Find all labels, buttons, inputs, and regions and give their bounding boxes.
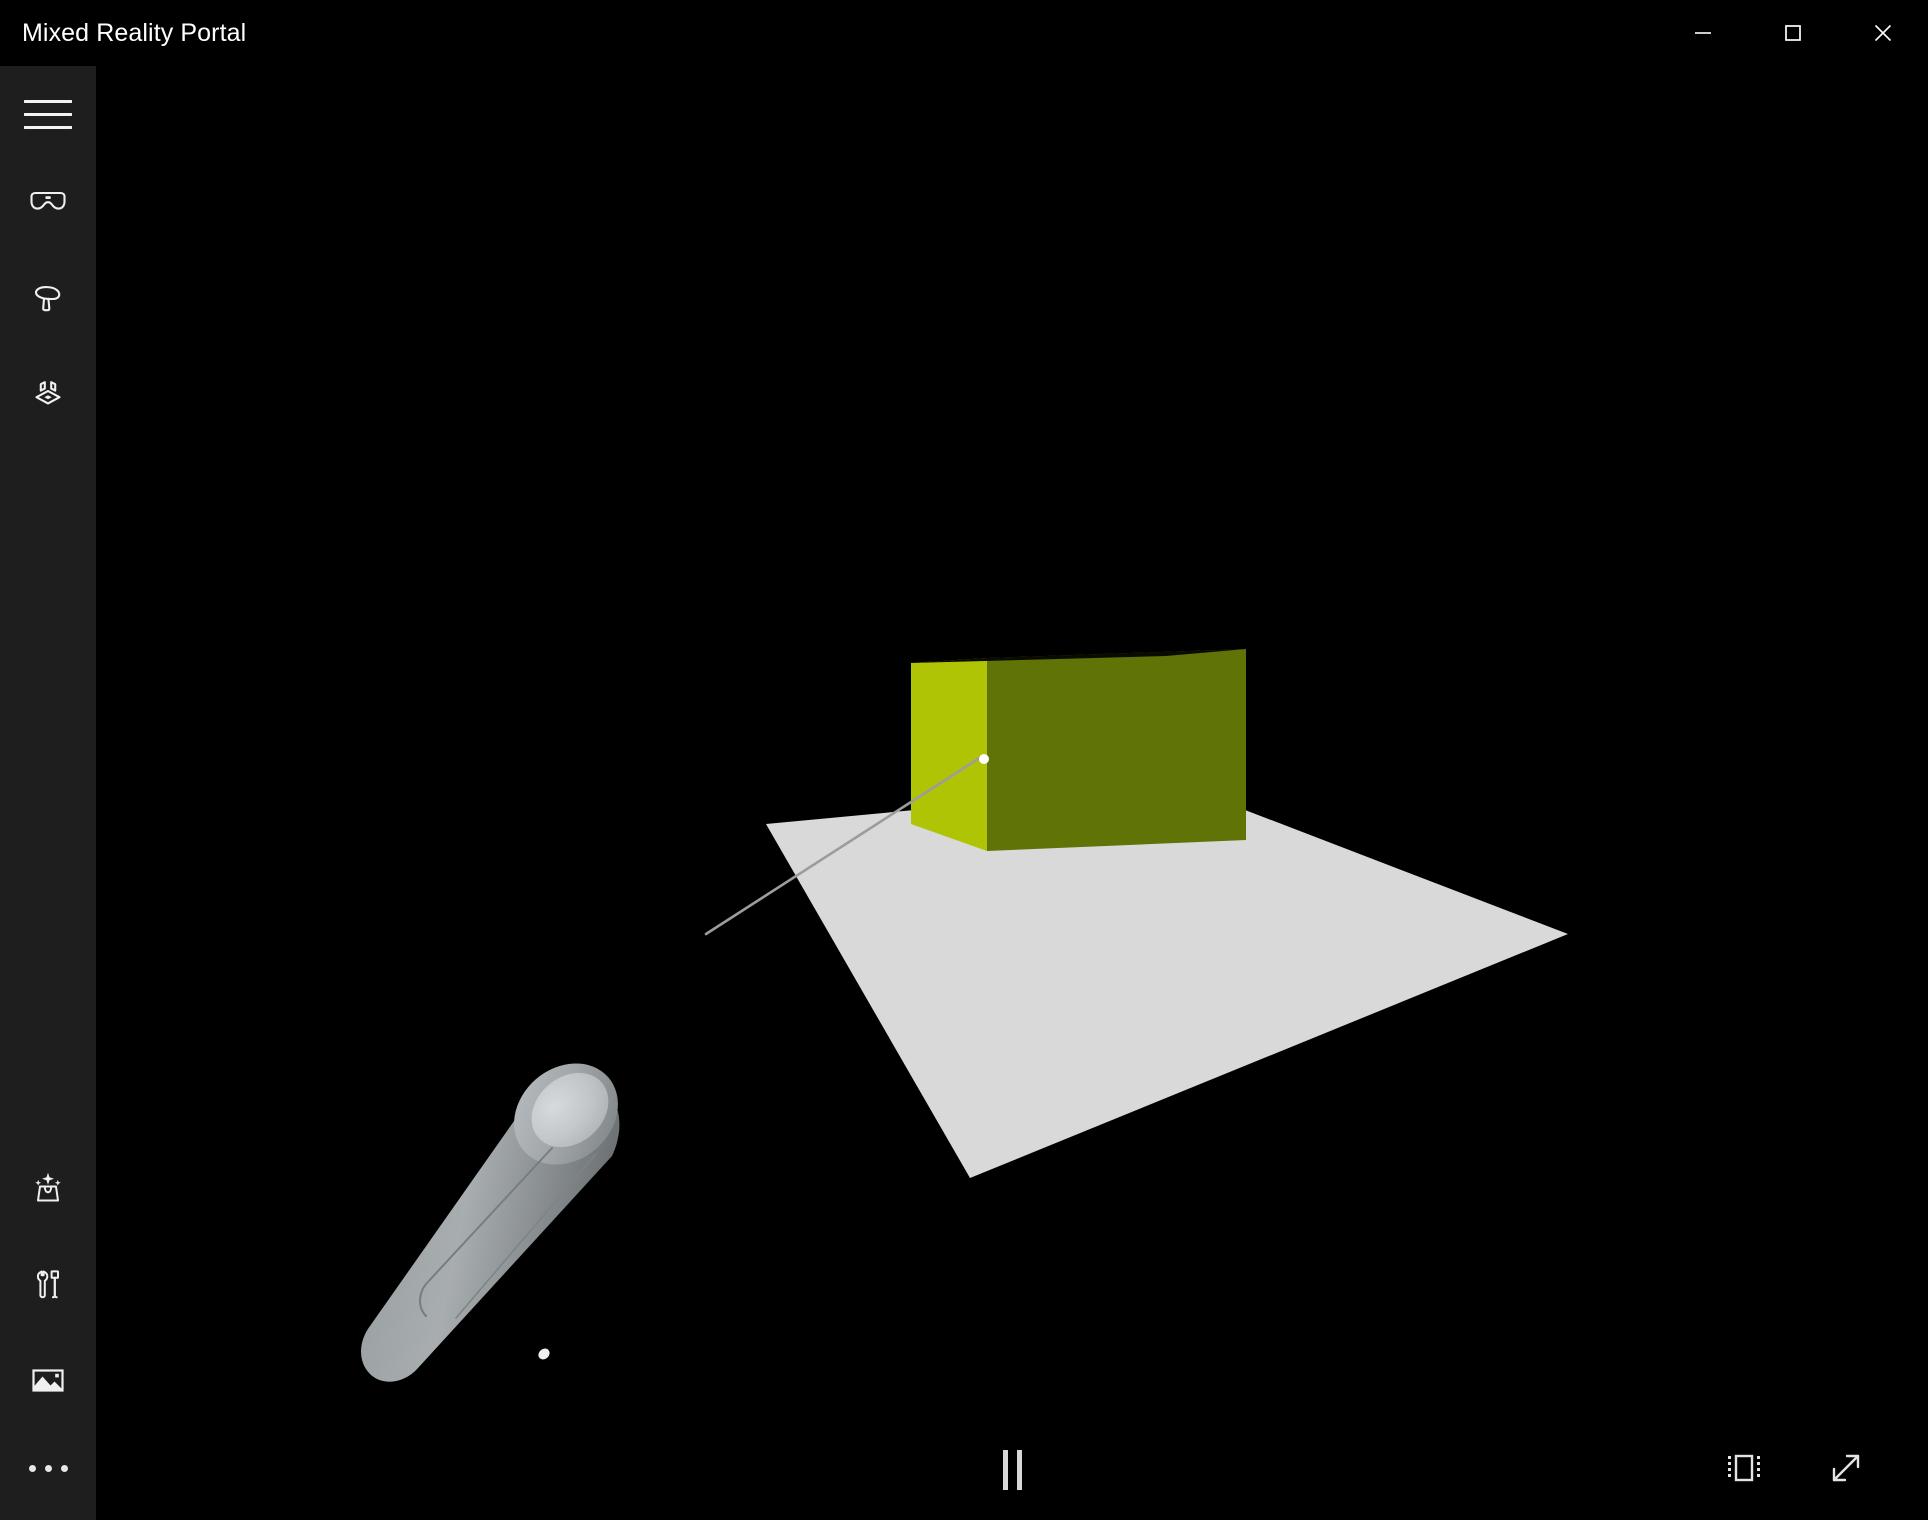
window-controls — [1658, 0, 1928, 66]
pause-button[interactable] — [980, 1438, 1044, 1502]
hamburger-menu-icon-bar — [24, 112, 72, 116]
title-bar[interactable]: Mixed Reality Portal — [0, 0, 1928, 66]
scene-render — [96, 58, 1928, 1520]
cube-left-face — [911, 658, 987, 851]
fit-to-window-icon — [1728, 1454, 1760, 1482]
sidebar-item-more[interactable] — [0, 1428, 96, 1508]
sidebar-top-group — [0, 74, 96, 442]
pause-icon-bar — [1002, 1450, 1008, 1490]
sidebar-item-menu[interactable] — [0, 74, 96, 154]
ellipsis-icon-dot — [28, 1464, 36, 1472]
sidebar-item-photos[interactable] — [0, 1332, 96, 1428]
store-bag-sparkle-icon — [35, 1172, 61, 1202]
window-title: Mixed Reality Portal — [22, 18, 247, 47]
view-buttons-group — [1714, 1438, 1876, 1498]
sidebar-navigation — [0, 58, 96, 1520]
ellipsis-icon-dot — [44, 1464, 52, 1472]
close-button[interactable] — [1838, 0, 1928, 66]
picture-icon — [32, 1369, 64, 1392]
room-boundary-icon — [35, 381, 61, 405]
cursor-dot — [979, 754, 989, 764]
sidebar-item-store[interactable] — [0, 1140, 96, 1236]
sidebar-item-motion-controllers[interactable] — [0, 250, 96, 346]
sidebar-item-headset-display[interactable] — [0, 154, 96, 250]
mixed-reality-viewport[interactable] — [96, 58, 1928, 1520]
hamburger-menu-icon-bar — [24, 99, 72, 103]
minimize-button[interactable] — [1658, 0, 1748, 66]
mixed-reality-portal-window: Mixed Reality Portal — [0, 0, 1928, 1520]
wrench-screwdriver-icon — [36, 1270, 60, 1299]
motion-controller-icon — [34, 286, 61, 312]
minimize-icon — [1695, 32, 1711, 34]
pause-icon-bar — [1016, 1450, 1022, 1490]
maximize-button[interactable] — [1748, 0, 1838, 66]
maximize-icon — [1785, 25, 1801, 41]
vr-headset-icon — [30, 191, 66, 210]
sidebar-item-tools[interactable] — [0, 1236, 96, 1332]
fullscreen-expand-icon — [1832, 1454, 1860, 1482]
fit-to-window-button[interactable] — [1714, 1438, 1774, 1498]
ellipsis-icon-dot — [60, 1464, 68, 1472]
hamburger-menu-icon-bar — [24, 125, 72, 129]
cube-right-face — [987, 649, 1246, 851]
fullscreen-button[interactable] — [1816, 1438, 1876, 1498]
close-icon — [1874, 24, 1892, 42]
sidebar-item-setup-boundary[interactable] — [0, 346, 96, 442]
sidebar-bottom-group — [0, 1140, 96, 1520]
